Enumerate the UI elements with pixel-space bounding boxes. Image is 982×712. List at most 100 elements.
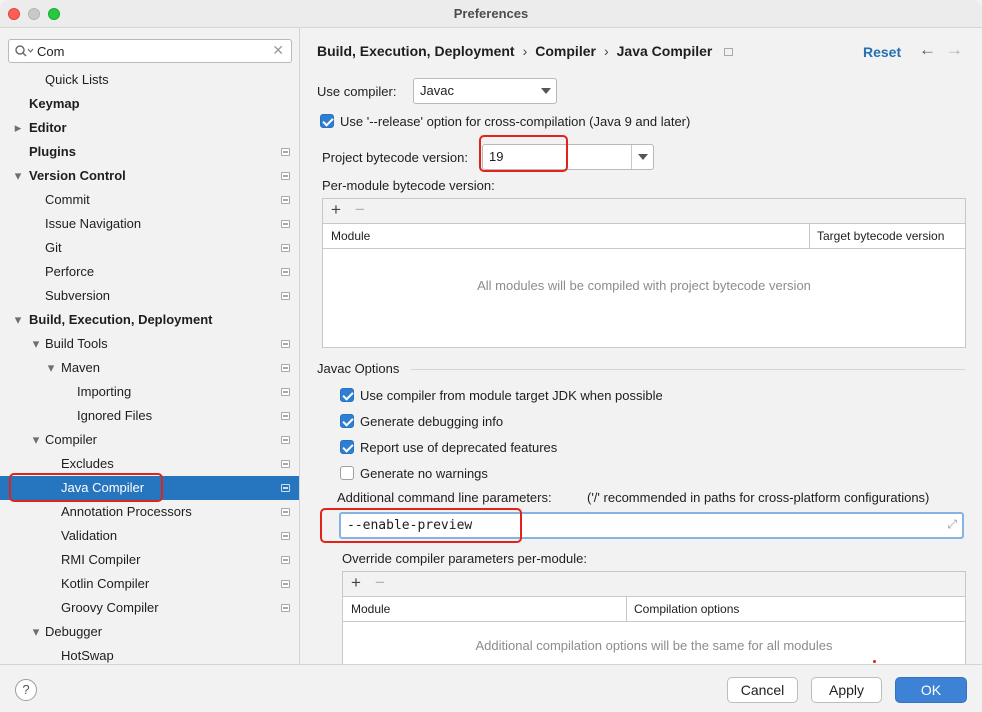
- sidebar-item-groovy-compiler[interactable]: Groovy Compiler: [0, 596, 299, 620]
- annotation-highlight: [479, 135, 568, 172]
- sidebar-item-label: Debugger: [45, 624, 103, 639]
- sidebar-item-label: Editor: [29, 120, 67, 135]
- clear-search-icon[interactable]: ✕: [272, 42, 284, 59]
- override-params-label: Override compiler parameters per-module:: [342, 551, 587, 566]
- sidebar-item-kotlin-compiler[interactable]: Kotlin Compiler: [0, 572, 299, 596]
- sidebar-item-label: Version Control: [29, 168, 126, 183]
- annotation-highlight: [320, 508, 522, 543]
- release-option-checkbox[interactable]: [320, 114, 334, 128]
- ok-button[interactable]: OK: [895, 677, 967, 703]
- project-scope-icon: [281, 532, 290, 540]
- sidebar-item-ignored-files[interactable]: Ignored Files: [0, 404, 299, 428]
- project-scope-icon: [724, 48, 734, 56]
- sidebar-item-label: HotSwap: [61, 648, 114, 663]
- chevron-down-icon[interactable]: ▾: [30, 428, 42, 452]
- column-compilation-options[interactable]: Compilation options: [634, 602, 739, 616]
- project-scope-icon: [281, 604, 290, 612]
- remove-icon[interactable]: −: [355, 200, 365, 220]
- sidebar-item-label: Importing: [77, 384, 132, 399]
- title-bar: Preferences: [0, 0, 982, 28]
- apply-button[interactable]: Apply: [811, 677, 882, 703]
- sidebar-item-subversion[interactable]: Subversion: [0, 284, 299, 308]
- combo-divider: [631, 145, 632, 169]
- sidebar-item-keymap[interactable]: Keymap: [0, 92, 299, 116]
- jdk-compiler-checkbox[interactable]: [340, 388, 354, 402]
- add-icon[interactable]: +: [351, 573, 361, 593]
- annotation-highlight: [9, 473, 163, 502]
- column-divider: [809, 224, 810, 249]
- breadcrumb-build[interactable]: Build, Execution, Deployment: [317, 43, 515, 59]
- use-compiler-value: Javac: [420, 83, 454, 98]
- sidebar-item-issue-navigation[interactable]: Issue Navigation: [0, 212, 299, 236]
- chevron-right-icon[interactable]: ▸: [12, 116, 24, 140]
- javac-options-title: Javac Options: [317, 361, 400, 376]
- sidebar-item-annotation-processors[interactable]: Annotation Processors: [0, 500, 299, 524]
- settings-search-input[interactable]: Com ✕: [8, 39, 292, 63]
- cancel-button[interactable]: Cancel: [727, 677, 798, 703]
- sidebar-item-label: Kotlin Compiler: [61, 576, 150, 591]
- sidebar-item-debugger[interactable]: ▾ Debugger: [0, 620, 299, 644]
- help-button[interactable]: ?: [15, 679, 37, 701]
- reset-link[interactable]: Reset: [863, 44, 901, 60]
- table-toolbar: + −: [323, 199, 965, 224]
- sidebar-item-label: Build Tools: [45, 336, 108, 351]
- sidebar-item-version-control[interactable]: ▾ Version Control: [0, 164, 299, 188]
- jdk-compiler-label: Use compiler from module target JDK when…: [360, 388, 663, 403]
- project-scope-icon: [281, 388, 290, 396]
- project-scope-icon: [281, 556, 290, 564]
- chevron-down-icon[interactable]: ▾: [12, 308, 24, 332]
- project-scope-icon: [281, 172, 290, 180]
- preferences-window: Preferences Com ✕ Quick Lists Keymap ▸ Edit…: [0, 0, 982, 712]
- sidebar-item-compiler[interactable]: ▾ Compiler: [0, 428, 299, 452]
- column-divider: [626, 597, 627, 622]
- sidebar-item-build-execution-deployment[interactable]: ▾ Build, Execution, Deployment: [0, 308, 299, 332]
- sidebar-item-importing[interactable]: Importing: [0, 380, 299, 404]
- sidebar-item-maven[interactable]: ▾ Maven: [0, 356, 299, 380]
- sidebar-item-quick-lists[interactable]: Quick Lists: [0, 68, 299, 92]
- add-icon[interactable]: +: [331, 200, 341, 220]
- debug-info-checkbox[interactable]: [340, 414, 354, 428]
- table-toolbar: + −: [343, 572, 965, 597]
- chevron-down-icon[interactable]: ▾: [45, 356, 57, 380]
- sidebar-item-plugins[interactable]: Plugins: [0, 140, 299, 164]
- back-arrow-icon[interactable]: ←: [919, 40, 936, 60]
- sidebar-item-build-tools[interactable]: ▾ Build Tools: [0, 332, 299, 356]
- forward-arrow-icon[interactable]: →: [946, 40, 963, 60]
- chevron-down-icon[interactable]: ▾: [30, 332, 42, 356]
- no-warnings-checkbox[interactable]: [340, 466, 354, 480]
- sidebar-item-validation[interactable]: Validation: [0, 524, 299, 548]
- search-icon: [15, 45, 34, 57]
- sidebar-item-label: Quick Lists: [45, 72, 109, 87]
- bytecode-version-label: Project bytecode version:: [322, 150, 468, 165]
- expand-icon[interactable]: ⤢: [947, 517, 957, 532]
- breadcrumb-java-compiler: Java Compiler: [616, 43, 713, 59]
- sidebar-item-hotswap[interactable]: HotSwap: [0, 644, 299, 664]
- column-module[interactable]: Module: [331, 229, 370, 243]
- project-scope-icon: [281, 340, 290, 348]
- no-warnings-label: Generate no warnings: [360, 466, 488, 481]
- sidebar-item-commit[interactable]: Commit: [0, 188, 299, 212]
- project-scope-icon: [281, 220, 290, 228]
- column-module[interactable]: Module: [351, 602, 390, 616]
- chevron-down-icon[interactable]: ▾: [30, 620, 42, 644]
- deprecated-label: Report use of deprecated features: [360, 440, 558, 455]
- column-target-bytecode[interactable]: Target bytecode version: [817, 229, 944, 243]
- sidebar-item-label: Perforce: [45, 264, 95, 279]
- use-compiler-select[interactable]: Javac: [413, 78, 557, 104]
- sidebar-item-git[interactable]: Git: [0, 236, 299, 260]
- chevron-down-icon: [638, 154, 648, 160]
- sidebar-item-rmi-compiler[interactable]: RMI Compiler: [0, 548, 299, 572]
- chevron-down-icon[interactable]: ▾: [12, 164, 24, 188]
- project-scope-icon: [281, 268, 290, 276]
- sidebar-item-editor[interactable]: ▸ Editor: [0, 116, 299, 140]
- breadcrumb-compiler[interactable]: Compiler: [535, 43, 596, 59]
- project-scope-icon: [281, 580, 290, 588]
- sidebar-item-label: Compiler: [45, 432, 98, 447]
- section-divider: [411, 369, 965, 370]
- remove-icon[interactable]: −: [375, 573, 385, 593]
- release-option-label: Use '--release' option for cross-compila…: [340, 114, 691, 129]
- chevron-down-icon: [541, 88, 551, 94]
- sidebar-item-label: Groovy Compiler: [61, 600, 159, 615]
- deprecated-checkbox[interactable]: [340, 440, 354, 454]
- sidebar-item-perforce[interactable]: Perforce: [0, 260, 299, 284]
